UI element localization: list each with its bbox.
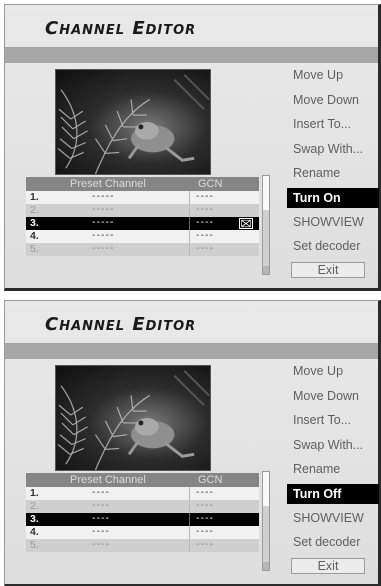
row-number: 4. xyxy=(30,230,39,242)
scroll-down-arrow[interactable] xyxy=(263,266,269,274)
column-divider xyxy=(189,204,190,217)
column-divider xyxy=(189,526,190,539)
column-divider xyxy=(189,487,190,500)
turn-on-button[interactable]: Turn On xyxy=(287,187,379,208)
editor-menu: Move Up Move Down Insert To... Swap With… xyxy=(287,359,379,574)
column-header-gcn: GCN xyxy=(198,474,223,486)
scrollbar-thumb[interactable] xyxy=(263,176,269,210)
channel-name: ----- xyxy=(92,216,115,228)
column-divider xyxy=(189,539,190,552)
channel-name: ---- xyxy=(92,538,110,550)
table-row[interactable]: 2. ----- ---- xyxy=(26,203,259,217)
table-scrollbar[interactable] xyxy=(262,471,270,571)
column-header-preset-channel: Preset Channel xyxy=(70,178,146,190)
title-bar xyxy=(5,47,378,63)
channel-name: ---- xyxy=(92,512,110,524)
row-number: 5. xyxy=(30,539,39,551)
table-row-selected[interactable]: 3. ----- ---- xyxy=(26,216,259,230)
table-row[interactable]: 1. ---- ---- xyxy=(26,486,259,500)
insert-to-button[interactable]: Insert To... xyxy=(287,112,379,137)
column-header-preset-channel: Preset Channel xyxy=(70,474,146,486)
title-bar xyxy=(5,343,378,359)
table-row[interactable]: 2. ---- ---- xyxy=(26,499,259,513)
channel-name: ---- xyxy=(92,499,110,511)
channel-editor-panel-2: Channel Editor Move Up Move Down Insert … xyxy=(4,300,381,586)
gcn-value: ---- xyxy=(196,216,214,228)
channel-name: ---- xyxy=(92,486,110,498)
channel-table: Preset Channel GCN 1. ----- ---- 2. ----… xyxy=(26,177,259,256)
row-number: 1. xyxy=(30,487,39,499)
table-scrollbar[interactable] xyxy=(262,175,270,275)
column-divider xyxy=(189,217,190,230)
table-row[interactable]: 5. ---- ---- xyxy=(26,538,259,552)
column-divider xyxy=(189,500,190,513)
column-divider xyxy=(189,230,190,243)
row-number: 3. xyxy=(30,513,39,525)
skip-icon xyxy=(239,218,253,229)
set-decoder-button[interactable]: Set decoder xyxy=(287,234,379,259)
showview-button[interactable]: SHOWVIEW xyxy=(287,506,379,531)
rename-button[interactable]: Rename xyxy=(287,457,379,482)
showview-button[interactable]: SHOWVIEW xyxy=(287,210,379,235)
swap-with-button[interactable]: Swap With... xyxy=(287,137,379,162)
table-row[interactable]: 1. ----- ---- xyxy=(26,190,259,204)
page-title: Channel Editor xyxy=(45,314,197,335)
channel-table: Preset Channel GCN 1. ---- ---- 2. ---- … xyxy=(26,473,259,552)
move-down-button[interactable]: Move Down xyxy=(287,88,379,113)
channel-name: ----- xyxy=(92,190,115,202)
page-title: Channel Editor xyxy=(45,18,197,39)
move-down-button[interactable]: Move Down xyxy=(287,384,379,409)
table-row[interactable]: 4. ----- ---- xyxy=(26,229,259,243)
exit-button[interactable]: Exit xyxy=(291,557,365,574)
channel-name: ----- xyxy=(92,229,115,241)
table-row-selected[interactable]: 3. ---- ---- xyxy=(26,512,259,526)
channel-name: ----- xyxy=(92,203,115,215)
column-divider xyxy=(189,191,190,204)
gcn-value: ---- xyxy=(196,242,214,254)
column-divider xyxy=(189,243,190,256)
gcn-value: ---- xyxy=(196,512,214,524)
row-number: 2. xyxy=(30,204,39,216)
row-number: 5. xyxy=(30,243,39,255)
swap-with-button[interactable]: Swap With... xyxy=(287,433,379,458)
preview-image xyxy=(55,365,211,471)
table-row[interactable]: 4. ---- ---- xyxy=(26,525,259,539)
gcn-value: ---- xyxy=(196,486,214,498)
gcn-value: ---- xyxy=(196,525,214,537)
insert-to-button[interactable]: Insert To... xyxy=(287,408,379,433)
preview-image xyxy=(55,69,211,175)
editor-menu: Move Up Move Down Insert To... Swap With… xyxy=(287,63,379,278)
column-divider xyxy=(189,513,190,526)
channel-name: ----- xyxy=(92,242,115,254)
rename-button[interactable]: Rename xyxy=(287,161,379,186)
column-header-gcn: GCN xyxy=(198,178,223,190)
row-number: 2. xyxy=(30,500,39,512)
turn-off-button[interactable]: Turn Off xyxy=(287,483,379,504)
row-number: 1. xyxy=(30,191,39,203)
table-header: Preset Channel GCN xyxy=(26,473,259,487)
gcn-value: ---- xyxy=(196,499,214,511)
table-header: Preset Channel GCN xyxy=(26,177,259,191)
scrollbar-thumb[interactable] xyxy=(263,472,269,506)
exit-button[interactable]: Exit xyxy=(291,261,365,278)
move-up-button[interactable]: Move Up xyxy=(287,359,379,384)
row-number: 4. xyxy=(30,526,39,538)
row-number: 3. xyxy=(30,217,39,229)
channel-name: ---- xyxy=(92,525,110,537)
set-decoder-button[interactable]: Set decoder xyxy=(287,530,379,555)
move-up-button[interactable]: Move Up xyxy=(287,63,379,88)
gcn-value: ---- xyxy=(196,229,214,241)
gcn-value: ---- xyxy=(196,190,214,202)
gcn-value: ---- xyxy=(196,203,214,215)
table-row[interactable]: 5. ----- ---- xyxy=(26,242,259,256)
channel-editor-panel-1: Channel Editor Move Up Move Down Insert … xyxy=(4,4,381,291)
gcn-value: ---- xyxy=(196,538,214,550)
scroll-down-arrow[interactable] xyxy=(263,562,269,570)
